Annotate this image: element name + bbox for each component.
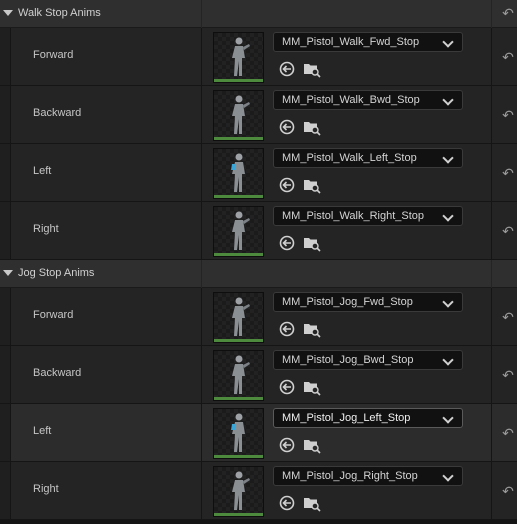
- animation-thumbnail[interactable]: [213, 466, 264, 517]
- property-row-jog-backward: Backward MM_Pistol_Jog_Bwd_Stop ↶: [0, 346, 517, 404]
- triangle-down-icon[interactable]: [3, 270, 13, 276]
- details-panel: Walk Stop Anims ↶ Forward MM_Pistol_Walk…: [0, 0, 517, 524]
- property-label: Backward: [33, 367, 82, 379]
- browse-folder-magnifier-icon[interactable]: [303, 320, 321, 338]
- browse-folder-magnifier-icon[interactable]: [303, 60, 321, 78]
- use-selected-arrow-icon[interactable]: [278, 234, 296, 252]
- animation-thumbnail[interactable]: [213, 408, 264, 459]
- asset-name: MM_Pistol_Walk_Right_Stop: [282, 210, 425, 222]
- thumbnail-type-bar: [214, 339, 263, 342]
- property-row-jog-left: Left MM_Pistol_Jog_Left_Stop ↶: [0, 404, 517, 462]
- asset-picker-combo[interactable]: MM_Pistol_Jog_Left_Stop: [273, 408, 463, 428]
- property-label: Right: [33, 483, 59, 495]
- browse-folder-magnifier-icon[interactable]: [303, 378, 321, 396]
- thumbnail-type-bar: [214, 137, 263, 140]
- reset-arrow-icon[interactable]: ↶: [499, 4, 517, 22]
- reset-arrow-icon[interactable]: ↶: [499, 482, 517, 500]
- asset-picker-combo[interactable]: MM_Pistol_Jog_Right_Stop: [273, 466, 463, 486]
- column-divider: [491, 0, 492, 28]
- property-label: Backward: [33, 107, 82, 119]
- column-divider: [491, 260, 492, 288]
- use-selected-arrow-icon[interactable]: [278, 60, 296, 78]
- browse-folder-magnifier-icon[interactable]: [303, 176, 321, 194]
- animation-thumbnail[interactable]: [213, 350, 264, 401]
- reset-arrow-icon[interactable]: ↶: [499, 308, 517, 326]
- asset-picker-combo[interactable]: MM_Pistol_Walk_Bwd_Stop: [273, 90, 463, 110]
- use-selected-arrow-icon[interactable]: [278, 320, 296, 338]
- property-label: Left: [33, 165, 52, 177]
- property-row-walk-right: Right MM_Pistol_Walk_Right_Stop ↶: [0, 202, 517, 260]
- asset-name: MM_Pistol_Walk_Fwd_Stop: [282, 36, 420, 48]
- column-divider: [201, 260, 202, 288]
- property-label: Forward: [33, 309, 74, 321]
- thumbnail-type-bar: [214, 455, 263, 458]
- column-divider: [201, 0, 202, 28]
- thumbnail-type-bar: [214, 253, 263, 256]
- use-selected-arrow-icon[interactable]: [278, 378, 296, 396]
- asset-name: MM_Pistol_Jog_Left_Stop: [282, 412, 411, 424]
- use-selected-arrow-icon[interactable]: [278, 176, 296, 194]
- asset-name: MM_Pistol_Jog_Right_Stop: [282, 470, 418, 482]
- chevron-down-icon: [442, 470, 454, 482]
- animation-thumbnail[interactable]: [213, 206, 264, 257]
- property-label: Left: [33, 425, 52, 437]
- chevron-down-icon: [442, 412, 454, 424]
- browse-folder-magnifier-icon[interactable]: [303, 118, 321, 136]
- asset-picker-combo[interactable]: MM_Pistol_Jog_Bwd_Stop: [273, 350, 463, 370]
- animation-thumbnail[interactable]: [213, 292, 264, 343]
- reset-arrow-icon[interactable]: ↶: [499, 222, 517, 240]
- use-selected-arrow-icon[interactable]: [278, 436, 296, 454]
- category-walk-stop-anims[interactable]: Walk Stop Anims ↶: [0, 0, 517, 28]
- chevron-down-icon: [442, 210, 454, 222]
- use-selected-arrow-icon[interactable]: [278, 494, 296, 512]
- property-row-walk-backward: Backward MM_Pistol_Walk_Bwd_Stop ↶: [0, 86, 517, 144]
- asset-picker-combo[interactable]: MM_Pistol_Jog_Fwd_Stop: [273, 292, 463, 312]
- chevron-down-icon: [442, 36, 454, 48]
- browse-folder-magnifier-icon[interactable]: [303, 436, 321, 454]
- chevron-down-icon: [442, 94, 454, 106]
- browse-folder-magnifier-icon[interactable]: [303, 494, 321, 512]
- asset-picker-combo[interactable]: MM_Pistol_Walk_Left_Stop: [273, 148, 463, 168]
- chevron-down-icon: [442, 152, 454, 164]
- use-selected-arrow-icon[interactable]: [278, 118, 296, 136]
- asset-name: MM_Pistol_Jog_Bwd_Stop: [282, 354, 414, 366]
- reset-arrow-icon[interactable]: ↶: [499, 106, 517, 124]
- asset-name: MM_Pistol_Walk_Left_Stop: [282, 152, 417, 164]
- chevron-down-icon: [442, 354, 454, 366]
- triangle-down-icon[interactable]: [3, 10, 13, 16]
- animation-thumbnail[interactable]: [213, 90, 264, 141]
- thumbnail-type-bar: [214, 195, 263, 198]
- property-row-walk-forward: Forward MM_Pistol_Walk_Fwd_Stop ↶: [0, 28, 517, 86]
- category-title: Walk Stop Anims: [18, 7, 101, 19]
- thumbnail-type-bar: [214, 397, 263, 400]
- asset-name: MM_Pistol_Walk_Bwd_Stop: [282, 94, 420, 106]
- asset-name: MM_Pistol_Jog_Fwd_Stop: [282, 296, 413, 308]
- asset-picker-combo[interactable]: MM_Pistol_Walk_Right_Stop: [273, 206, 463, 226]
- thumbnail-type-bar: [214, 513, 263, 516]
- reset-arrow-icon[interactable]: ↶: [499, 424, 517, 442]
- reset-arrow-icon[interactable]: ↶: [499, 48, 517, 66]
- animation-thumbnail[interactable]: [213, 148, 264, 199]
- chevron-down-icon: [442, 296, 454, 308]
- reset-arrow-icon[interactable]: ↶: [499, 164, 517, 182]
- property-row-jog-forward: Forward MM_Pistol_Jog_Fwd_Stop ↶: [0, 288, 517, 346]
- animation-thumbnail[interactable]: [213, 32, 264, 83]
- property-label: Right: [33, 223, 59, 235]
- reset-arrow-icon[interactable]: ↶: [499, 366, 517, 384]
- thumbnail-type-bar: [214, 79, 263, 82]
- browse-folder-magnifier-icon[interactable]: [303, 234, 321, 252]
- asset-picker-combo[interactable]: MM_Pistol_Walk_Fwd_Stop: [273, 32, 463, 52]
- category-jog-stop-anims[interactable]: Jog Stop Anims: [0, 260, 517, 288]
- property-row-jog-right: Right MM_Pistol_Jog_Right_Stop ↶: [0, 462, 517, 520]
- category-title: Jog Stop Anims: [18, 267, 95, 279]
- property-row-walk-left: Left MM_Pistol_Walk_Left_Stop ↶: [0, 144, 517, 202]
- property-label: Forward: [33, 49, 74, 61]
